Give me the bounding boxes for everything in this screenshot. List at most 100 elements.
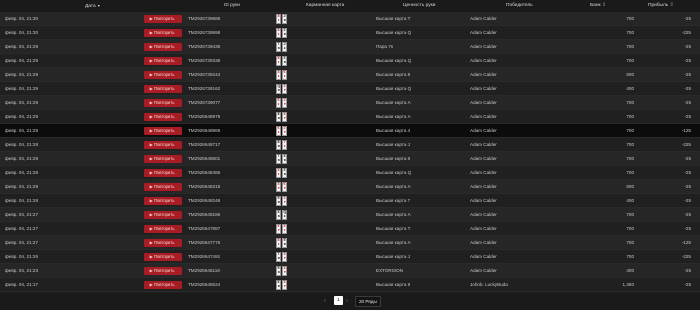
replay-button[interactable]: ▶ Повторить bbox=[144, 252, 182, 261]
table-row[interactable]: февр. 04, 21:27 ▶ Повторить TM2926647776 8 ♦… bbox=[0, 236, 700, 250]
table-row[interactable]: февр. 04, 21:23 ▶ Повторить TM2926646119 9 ♣… bbox=[0, 264, 700, 278]
replay-button[interactable]: ▶ Повторить bbox=[144, 182, 182, 191]
card-suit-icon: ♣ bbox=[283, 17, 287, 22]
table-row[interactable]: февр. 04, 21:30 ▶ Повторить TM2926739688 8 ♦… bbox=[0, 12, 700, 26]
replay-button[interactable]: ▶ Повторить bbox=[144, 56, 182, 65]
replay-cell: ▶ Повторить bbox=[144, 224, 182, 233]
sort-desc-icon: ▼ bbox=[96, 4, 101, 8]
header-profit[interactable]: Прибыль ⇕ bbox=[648, 0, 674, 12]
row-date: февр. 04, 21:29 bbox=[5, 100, 39, 105]
table-row[interactable]: февр. 04, 21:30 ▶ Повторить TM2926739598 8 ♦… bbox=[0, 26, 700, 40]
pocket-cards: 8 ♣ 4 ♥ bbox=[276, 112, 288, 122]
table-row[interactable]: февр. 04, 21:29 ▶ Повторить TM2926739162 Q ♣… bbox=[0, 82, 700, 96]
replay-button[interactable]: ▶ Повторить bbox=[144, 14, 182, 23]
row-hand-id: TM2926739162 bbox=[188, 86, 221, 91]
card-suit-icon: ♥ bbox=[283, 255, 286, 260]
replay-cell: ▶ Повторить bbox=[144, 126, 182, 135]
replay-button[interactable]: ▶ Повторить bbox=[144, 140, 182, 149]
replay-button[interactable]: ▶ Повторить bbox=[144, 280, 182, 289]
pocket-cards: 6 ♦ 2 ♥ bbox=[276, 126, 288, 136]
row-profit: -25 bbox=[684, 72, 691, 77]
playing-card: 2 ♥ bbox=[282, 196, 287, 206]
pocket-cards: 9 ♣ 4 ♥ bbox=[276, 266, 288, 276]
replay-cell: ▶ Повторить bbox=[144, 210, 182, 219]
replay-button[interactable]: ▶ Повторить bbox=[144, 98, 182, 107]
row-date: февр. 04, 21:28 bbox=[5, 156, 39, 161]
table-row[interactable]: февр. 04, 21:29 ▶ Повторить TM2926739439 7 ♣… bbox=[0, 40, 700, 54]
playing-card: 4 ♦ bbox=[276, 70, 281, 80]
card-suit-icon: ♦ bbox=[277, 59, 280, 64]
table-row[interactable]: февр. 04, 21:28 ▶ Повторить TM2926648248 5 ♣… bbox=[0, 194, 700, 208]
header-date[interactable]: Дата ▼ bbox=[85, 0, 101, 12]
card-suit-icon: ♦ bbox=[277, 31, 280, 36]
replay-button[interactable]: ▶ Повторить bbox=[144, 154, 182, 163]
row-date: февр. 04, 21:28 bbox=[5, 142, 39, 147]
playing-card: 8 ♦ bbox=[276, 56, 281, 66]
next-page-button[interactable]: › bbox=[346, 297, 348, 306]
replay-button[interactable]: ▶ Повторить bbox=[144, 84, 182, 93]
card-suit-icon: ♥ bbox=[283, 115, 286, 120]
row-date: февр. 04, 21:28 bbox=[5, 128, 39, 133]
table-row[interactable]: февр. 04, 21:28 ▶ Повторить TM2926648318 4 ♥… bbox=[0, 180, 700, 194]
row-date: февр. 04, 21:17 bbox=[5, 282, 39, 287]
row-bank: 400 bbox=[626, 198, 634, 203]
table-row[interactable]: февр. 04, 21:29 ▶ Повторить TM2926739244 4 ♦… bbox=[0, 68, 700, 82]
replay-button[interactable]: ▶ Повторить bbox=[144, 238, 182, 247]
current-page-button[interactable]: 1 bbox=[334, 296, 343, 305]
row-date: февр. 04, 21:29 bbox=[5, 72, 39, 77]
row-hand-value: Высшая карта A bbox=[376, 212, 411, 217]
header-profit-label: Прибыль bbox=[648, 3, 669, 8]
replay-cell: ▶ Повторить bbox=[144, 98, 182, 107]
row-winner: Adam Calder bbox=[470, 16, 497, 21]
rows-per-page-select[interactable]: 20 Ряды bbox=[355, 296, 381, 307]
table-row[interactable]: февр. 04, 21:28 ▶ Повторить TM2926648466 4 ♦… bbox=[0, 166, 700, 180]
pocket-cards: 6 ♣ 3 ♥ bbox=[276, 280, 288, 290]
replay-button[interactable]: ▶ Повторить bbox=[144, 42, 182, 51]
playing-card: 2 ♦ bbox=[282, 224, 287, 234]
card-suit-icon: ♦ bbox=[277, 171, 280, 176]
card-suit-icon: ♣ bbox=[283, 31, 287, 36]
table-row[interactable]: февр. 04, 21:27 ▶ Повторить TM2926648186 4 ♣… bbox=[0, 208, 700, 222]
table-row[interactable]: февр. 04, 21:29 ▶ Повторить TM2926648979 8 ♣… bbox=[0, 110, 700, 124]
row-date: февр. 04, 21:29 bbox=[5, 58, 39, 63]
replay-button[interactable]: ▶ Повторить bbox=[144, 224, 182, 233]
row-date: февр. 04, 21:30 bbox=[5, 30, 39, 35]
replay-cell: ▶ Повторить bbox=[144, 42, 182, 51]
table-row[interactable]: февр. 04, 21:17 ▶ Повторить TM2926645524 6 ♣… bbox=[0, 278, 700, 292]
table-row[interactable]: февр. 04, 21:29 ▶ Повторить TM2926739077 6 ♦… bbox=[0, 96, 700, 110]
row-profit: -25 bbox=[684, 212, 691, 217]
card-suit-icon: ♦ bbox=[283, 73, 286, 78]
row-winner: Adam Calder bbox=[470, 184, 497, 189]
row-bank: 700 bbox=[626, 44, 634, 49]
header-pocket-card: Карманная карта bbox=[306, 3, 345, 8]
prev-page-button[interactable]: ‹ bbox=[324, 297, 326, 306]
row-bank: 700 bbox=[626, 142, 634, 147]
table-row[interactable]: февр. 04, 21:28 ▶ Повторить TM2926648717 8 ♣… bbox=[0, 138, 700, 152]
pocket-cards: 4 ♦ 2 ♣ bbox=[276, 168, 288, 178]
replay-button[interactable]: ▶ Повторить bbox=[144, 266, 182, 275]
replay-button[interactable]: ▶ Повторить bbox=[144, 196, 182, 205]
sort-icon: ⇕ bbox=[669, 3, 674, 8]
table-row[interactable]: февр. 04, 21:26 ▶ Повторить TM2926647491 7 ♣… bbox=[0, 250, 700, 264]
playing-card: 2 ♥ bbox=[282, 126, 287, 136]
replay-cell: ▶ Повторить bbox=[144, 70, 182, 79]
playing-card: 4 ♥ bbox=[282, 266, 287, 276]
header-bank[interactable]: Банк ⇕ bbox=[590, 0, 606, 12]
row-winner: Adam Calder bbox=[470, 254, 497, 259]
row-hand-value: Высшая карта 9 bbox=[376, 282, 411, 287]
card-suit-icon: ♥ bbox=[277, 227, 280, 232]
sort-icon: ⇕ bbox=[601, 3, 606, 8]
replay-button[interactable]: ▶ Повторить bbox=[144, 210, 182, 219]
playing-card: 5 ♣ bbox=[282, 238, 287, 248]
replay-button[interactable]: ▶ Повторить bbox=[144, 70, 182, 79]
replay-button[interactable]: ▶ Повторить bbox=[144, 28, 182, 37]
row-winner: Adam Calder bbox=[470, 240, 497, 245]
table-row[interactable]: февр. 04, 21:27 ▶ Повторить TM2926647887 6 ♥… bbox=[0, 222, 700, 236]
replay-button[interactable]: ▶ Повторить bbox=[144, 112, 182, 121]
table-row[interactable]: февр. 04, 21:28 ▶ Повторить TM2926648869 6 ♦… bbox=[0, 124, 700, 138]
playing-card: 7 ♣ bbox=[276, 154, 281, 164]
table-row[interactable]: февр. 04, 21:29 ▶ Повторить TM2926739338 8 ♦… bbox=[0, 54, 700, 68]
replay-button[interactable]: ▶ Повторить bbox=[144, 126, 182, 135]
replay-button[interactable]: ▶ Повторить bbox=[144, 168, 182, 177]
table-row[interactable]: февр. 04, 21:28 ▶ Повторить TM2926648601 7 ♣… bbox=[0, 152, 700, 166]
